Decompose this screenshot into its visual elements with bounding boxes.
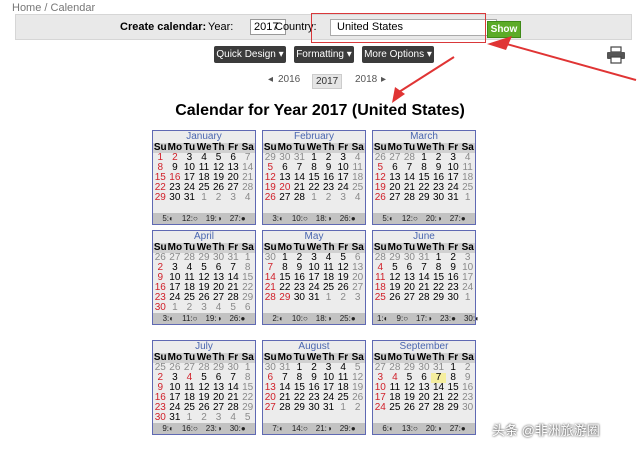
watermark-text: 头条 @非洲旅游圈: [492, 423, 600, 438]
annotation-arrows: [392, 36, 637, 103]
